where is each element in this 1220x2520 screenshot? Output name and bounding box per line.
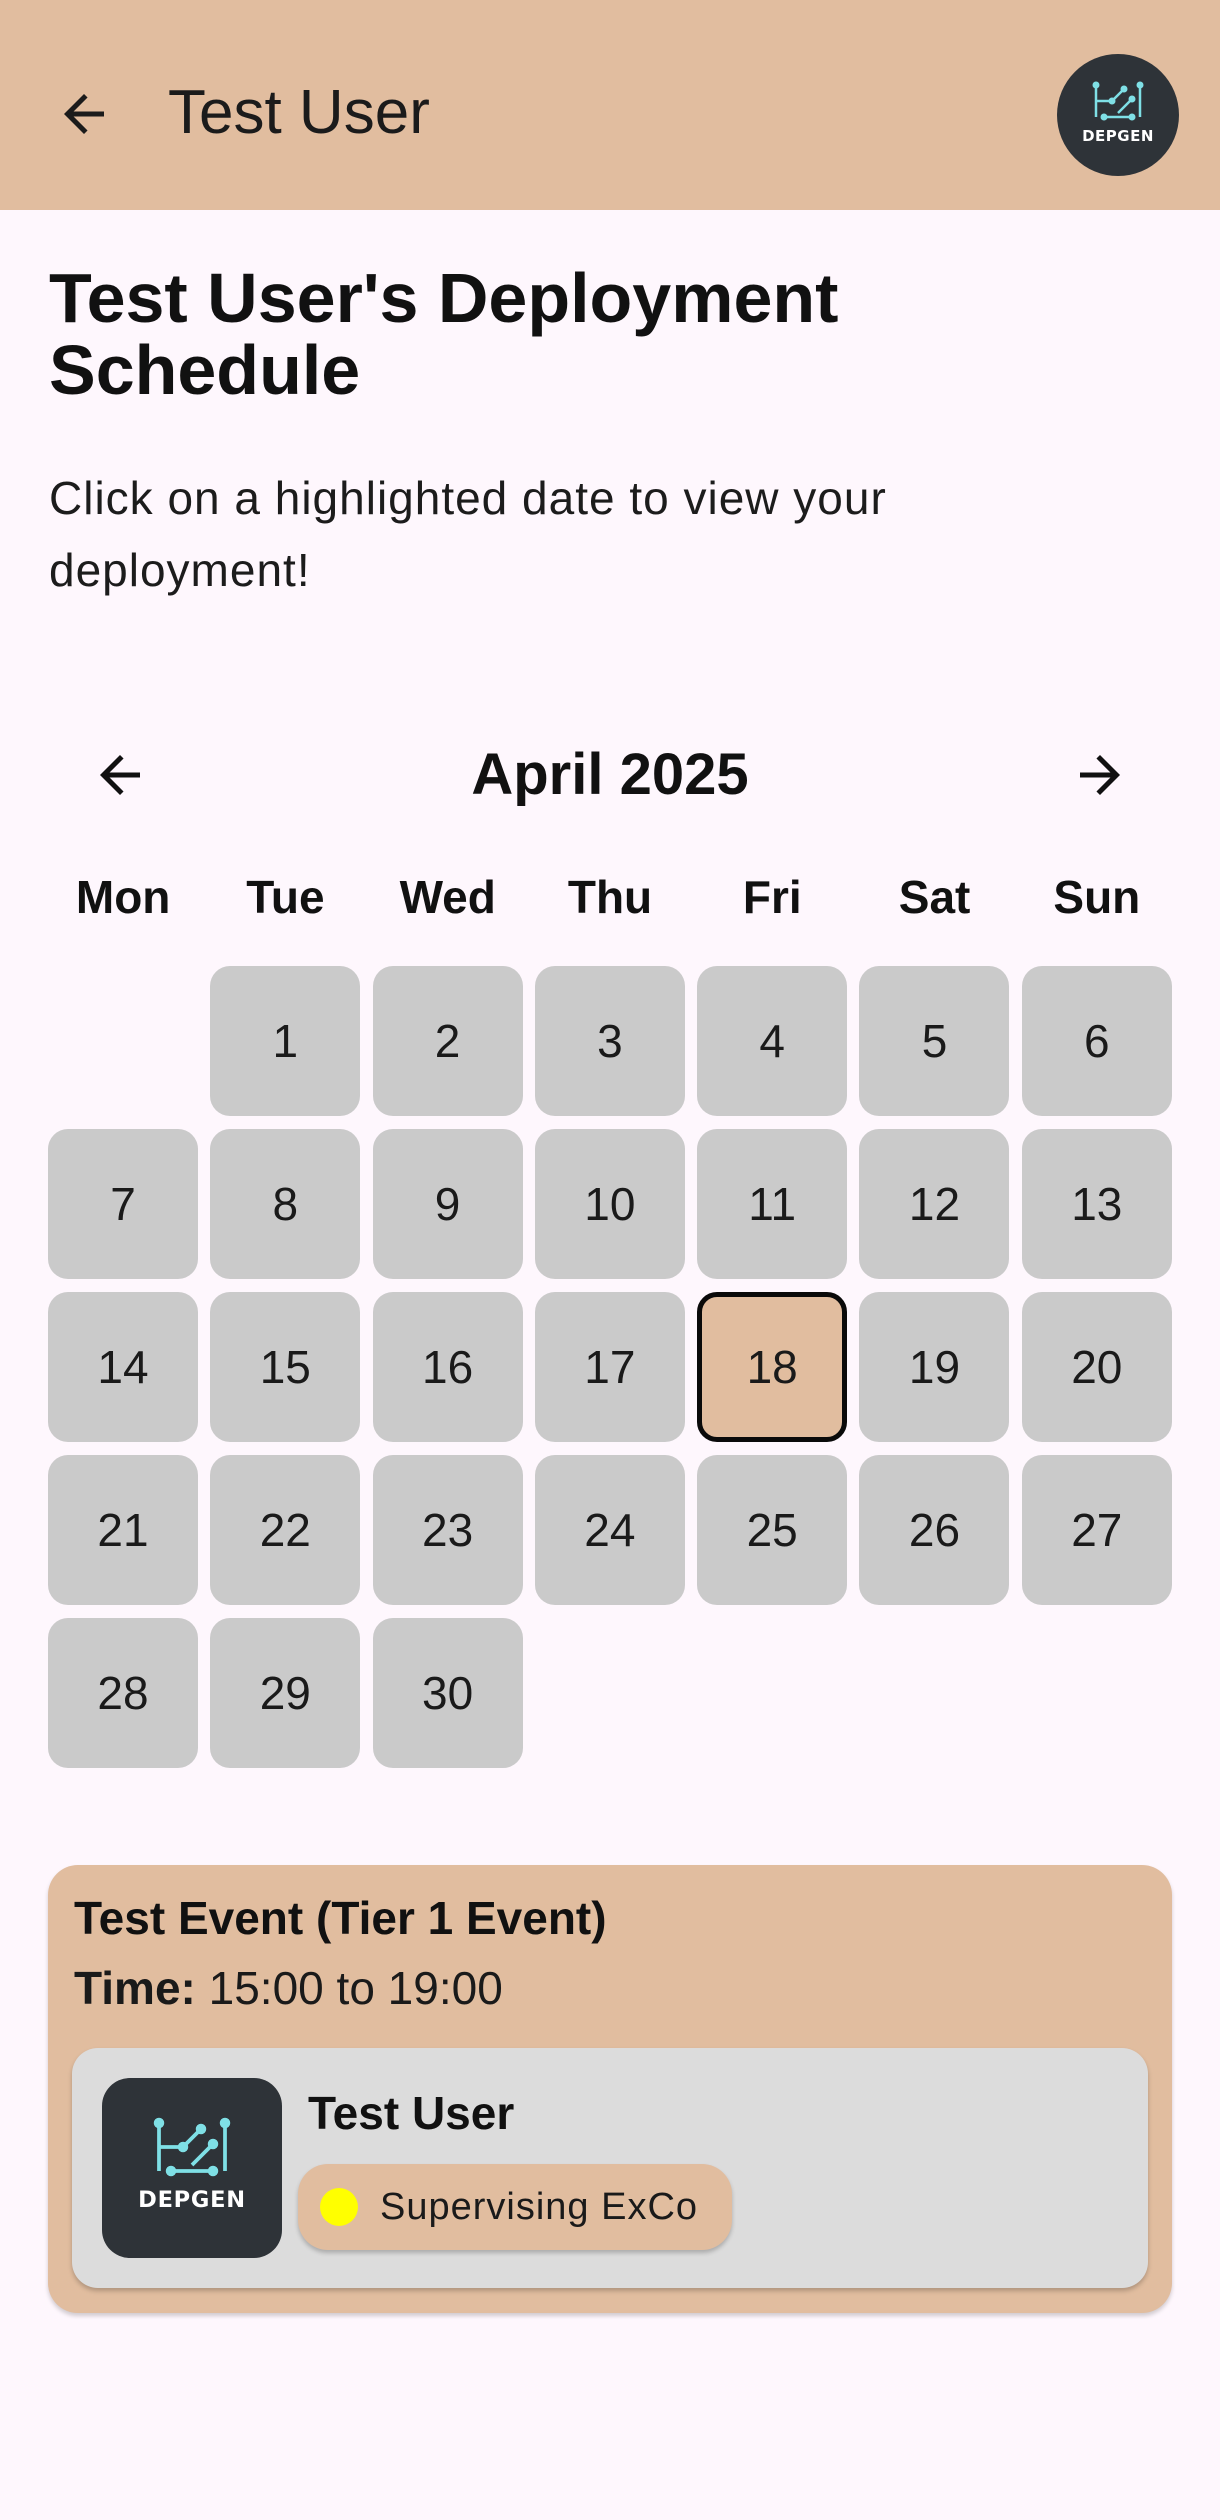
logo-text: DEPGEN [138, 2187, 246, 2213]
depgen-logo-icon: DEPGEN [138, 2117, 246, 2213]
weekday-header: Mon Tue Wed Thu Fri Sat Sun [48, 870, 1172, 940]
month-navigation: April 2025 [0, 725, 1220, 825]
calendar-day[interactable]: 30 [372, 1618, 523, 1768]
event-card: Test Event (Tier 1 Event) Time: 15:00 to… [48, 1865, 1172, 2313]
calendar-day[interactable]: 11 [697, 1129, 848, 1279]
next-month-button[interactable] [1050, 725, 1150, 825]
calendar-day[interactable]: 10 [534, 1129, 685, 1279]
calendar-grid: 1 2 3 4 5 6 7 8 9 10 11 12 13 14 15 16 17 18 19 20 21 22 23 24 2… [48, 966, 1172, 1768]
calendar-day[interactable]: 24 [534, 1455, 685, 1605]
weekday-label: Thu [567, 871, 653, 923]
calendar-day[interactable]: 17 [534, 1292, 685, 1442]
weekday-label: Mon [75, 871, 171, 923]
weekday-label: Tue [246, 871, 325, 923]
calendar-day[interactable]: 15 [210, 1292, 361, 1442]
page-subtitle: Click on a highlighted date to view your… [49, 472, 887, 596]
calendar-day[interactable]: 1 [210, 966, 361, 1116]
event-time: Time: 15:00 to 19:00 [74, 1961, 503, 2015]
calendar-day[interactable]: 6 [1021, 966, 1172, 1116]
calendar-day[interactable]: 5 [859, 966, 1010, 1116]
calendar-day-selected[interactable]: 18 [697, 1292, 848, 1442]
weekday-label: Sat [898, 871, 971, 923]
weekday-label: Sun [1053, 871, 1141, 923]
calendar-day[interactable]: 9 [372, 1129, 523, 1279]
calendar-day[interactable]: 25 [697, 1455, 848, 1605]
calendar-day[interactable]: 12 [859, 1129, 1010, 1279]
calendar-day[interactable]: 23 [372, 1455, 523, 1605]
calendar-day[interactable]: 28 [48, 1618, 198, 1768]
calendar-day[interactable]: 26 [859, 1455, 1010, 1605]
logo-text: DEPGEN [1082, 127, 1154, 145]
member-avatar: DEPGEN [102, 2078, 282, 2258]
calendar-day[interactable]: 22 [210, 1455, 361, 1605]
role-dot-icon [320, 2188, 358, 2226]
depgen-logo-icon: DEPGEN [1082, 81, 1154, 145]
role-chip: Supervising ExCo [298, 2164, 733, 2250]
event-time-label: Time: [74, 1962, 196, 2014]
calendar-day[interactable]: 16 [372, 1292, 523, 1442]
calendar-day[interactable]: 21 [48, 1455, 198, 1605]
weekday-label: Wed [399, 871, 496, 923]
calendar-day[interactable]: 8 [210, 1129, 361, 1279]
event-time-value: 15:00 to 19:00 [208, 1962, 503, 2014]
app-bar: Test User DEPGEN [0, 0, 1220, 210]
calendar-day[interactable]: 14 [48, 1292, 198, 1442]
calendar-day[interactable]: 3 [534, 966, 685, 1116]
back-button[interactable] [40, 70, 128, 158]
calendar-day[interactable]: 20 [1021, 1292, 1172, 1442]
calendar-day[interactable]: 29 [210, 1618, 361, 1768]
profile-avatar[interactable]: DEPGEN [1057, 54, 1179, 176]
weekday-label: Fri [742, 871, 802, 923]
app-bar-title: Test User [168, 78, 430, 147]
page-title: Test User's Deployment Schedule [49, 259, 839, 409]
month-label: April 2025 [471, 742, 749, 807]
role-label: Supervising ExCo [380, 2185, 699, 2228]
calendar-day[interactable]: 4 [697, 966, 848, 1116]
arrow-right-icon [1080, 755, 1120, 795]
calendar-day[interactable]: 13 [1021, 1129, 1172, 1279]
member-name: Test User [308, 2087, 515, 2139]
member-card[interactable]: DEPGEN Test User Supervising ExCo [72, 2048, 1148, 2288]
calendar-day[interactable]: 27 [1021, 1455, 1172, 1605]
calendar-day[interactable]: 7 [48, 1129, 198, 1279]
arrow-left-icon [64, 94, 104, 134]
calendar-day[interactable]: 2 [372, 966, 523, 1116]
calendar-day[interactable]: 19 [859, 1292, 1010, 1442]
calendar-blank-cell [48, 966, 198, 1116]
event-title: Test Event (Tier 1 Event) [74, 1892, 607, 1944]
